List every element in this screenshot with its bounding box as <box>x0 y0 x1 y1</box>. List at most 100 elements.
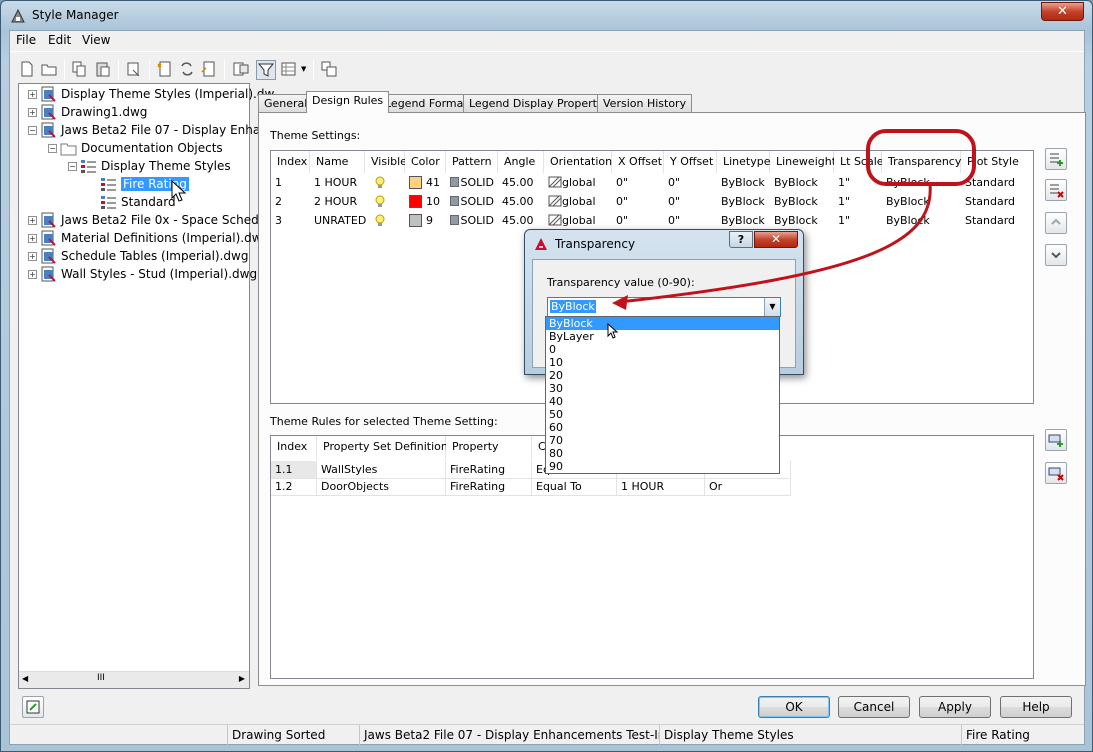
apply-button[interactable]: Apply <box>919 696 991 718</box>
visible-bulb-icon[interactable] <box>365 173 405 191</box>
cell-yoff[interactable]: 0" <box>664 211 717 229</box>
column-header[interactable]: Pattern <box>446 151 498 173</box>
dropdown-option[interactable]: 60 <box>546 421 779 434</box>
tab-design-rules[interactable]: Design Rules <box>306 91 390 113</box>
move-down-button[interactable] <box>1045 244 1067 266</box>
scroll-left-icon[interactable]: ◀ <box>22 674 28 683</box>
color-cell[interactable]: 9 <box>405 211 446 229</box>
column-header[interactable]: X Offset <box>612 151 664 173</box>
cell-xoff[interactable]: 0" <box>612 211 664 229</box>
dropdown-option[interactable]: 70 <box>546 434 779 447</box>
column-header[interactable]: Transparency <box>882 151 961 173</box>
column-header[interactable]: Index <box>271 436 317 460</box>
column-header[interactable]: Angle <box>498 151 544 173</box>
column-header[interactable]: Name <box>310 151 365 173</box>
cell-xoff[interactable]: 0" <box>612 173 664 191</box>
toggle-view-icon[interactable] <box>320 60 340 80</box>
visible-bulb-icon[interactable] <box>365 211 405 229</box>
dropdown-option[interactable]: ByBlock <box>546 317 779 330</box>
cell-transparency[interactable]: ByBlock <box>882 192 961 210</box>
dropdown-option[interactable]: 40 <box>546 395 779 408</box>
tab-legend-display-properties[interactable]: Legend Display Properties <box>463 94 619 113</box>
cell-name[interactable]: UNRATED <box>310 211 366 229</box>
expand-icon[interactable]: + <box>28 251 37 261</box>
column-header[interactable]: Index <box>271 151 310 173</box>
dropdown-option[interactable]: 50 <box>546 408 779 421</box>
cell-yoff[interactable]: 0" <box>664 192 717 210</box>
cell-xoff[interactable]: 0" <box>612 192 664 210</box>
column-header[interactable]: Visible <box>365 151 407 173</box>
color-cell[interactable]: 10 <box>405 192 446 210</box>
window-close-button[interactable]: ✕ <box>1041 2 1084 21</box>
paste-icon[interactable] <box>94 60 114 80</box>
cancel-button[interactable]: Cancel <box>838 696 910 718</box>
pattern-cell[interactable]: SOLID <box>446 192 498 210</box>
title-bar[interactable]: Style Manager ✕ <box>1 1 1092 30</box>
dropdown-option[interactable]: 30 <box>546 382 779 395</box>
column-header[interactable]: Color <box>405 151 446 173</box>
rule-cell-psd[interactable]: DoorObjects <box>317 478 446 496</box>
dropdown-option[interactable]: 10 <box>546 356 779 369</box>
new-icon[interactable] <box>18 60 38 80</box>
move-up-button[interactable] <box>1045 212 1067 234</box>
expand-icon[interactable]: + <box>28 107 37 117</box>
dropdown-option[interactable]: 80 <box>546 447 779 460</box>
add-theme-rule-button[interactable] <box>1045 429 1067 451</box>
cell-lineweight[interactable]: ByBlock <box>770 192 834 210</box>
column-header[interactable]: Plot Style <box>961 151 1033 173</box>
remove-theme-setting-button[interactable] <box>1045 179 1067 201</box>
cell-name[interactable]: 1 HOUR <box>310 173 365 191</box>
rule-cell-psd[interactable]: WallStyles <box>317 461 446 479</box>
cell-angle[interactable]: 45.00 <box>498 211 544 229</box>
transparency-combo[interactable]: ByBlock ▼ <box>547 297 781 317</box>
tree-item[interactable]: Fire Rating <box>88 175 189 193</box>
color-cell[interactable]: 41 <box>405 173 446 191</box>
cell-lineweight[interactable]: ByBlock <box>770 173 834 191</box>
orientation-cell[interactable]: global <box>544 211 612 229</box>
column-header[interactable]: Property <box>446 436 532 460</box>
scroll-right-icon[interactable]: ▶ <box>239 674 245 683</box>
cell-ltscale[interactable]: 1" <box>834 173 882 191</box>
tree-item[interactable]: Standard <box>88 193 176 211</box>
add-theme-setting-button[interactable] <box>1045 148 1067 170</box>
remove-theme-rule-button[interactable] <box>1045 462 1067 484</box>
cell-plotstyle[interactable]: Standard <box>961 211 1033 229</box>
rule-cell-op[interactable]: Or <box>705 478 791 496</box>
cell-angle[interactable]: 45.00 <box>498 192 544 210</box>
combo-dropdown-icon[interactable]: ▼ <box>764 298 780 316</box>
cell-linetype[interactable]: ByBlock <box>717 192 770 210</box>
help-button[interactable]: Help <box>1000 696 1072 718</box>
pattern-cell[interactable]: SOLID <box>446 211 498 229</box>
column-header[interactable]: Linetype <box>717 151 771 173</box>
tab-version-history[interactable]: Version History <box>597 94 693 113</box>
cell-plotstyle[interactable]: Standard <box>961 192 1033 210</box>
cell-index[interactable]: 3 <box>271 211 310 229</box>
edit-style-icon[interactable] <box>232 60 252 80</box>
copy-icon[interactable] <box>70 60 90 80</box>
view-mode-dropdown-icon[interactable]: ▼ <box>301 65 306 73</box>
style-tree[interactable]: + Display Theme Styles (Imperial).dw + Draw… <box>18 83 277 689</box>
ok-button[interactable]: OK <box>758 696 830 718</box>
dropdown-option[interactable]: 0 <box>546 343 779 356</box>
view-mode-icon[interactable] <box>280 60 300 80</box>
column-header[interactable]: Lineweight <box>770 151 836 173</box>
rule-cell-index[interactable]: 1.1 <box>271 461 317 479</box>
cell-linetype[interactable]: ByBlock <box>717 211 770 229</box>
visible-bulb-icon[interactable] <box>365 192 405 210</box>
rule-cell-value[interactable]: 1 HOUR <box>617 478 705 496</box>
scroll-thumb[interactable]: III <box>97 673 105 683</box>
dropdown-option[interactable]: 20 <box>546 369 779 382</box>
column-header[interactable]: Lt Scale <box>834 151 884 173</box>
menu-edit[interactable]: Edit <box>48 33 71 47</box>
rule-cell-index[interactable]: 1.2 <box>271 478 317 496</box>
tree-item[interactable]: + Jaws Beta2 File 0x - Space Schedule <box>28 211 277 229</box>
tree-item[interactable]: + Schedule Tables (Imperial).dwg <box>28 247 248 265</box>
cell-yoff[interactable]: 0" <box>664 173 717 191</box>
cell-transparency[interactable]: ByBlock <box>882 211 961 229</box>
cell-linetype[interactable]: ByBlock <box>717 173 770 191</box>
tree-horizontal-scrollbar[interactable]: ◀ III ▶ <box>19 671 249 688</box>
dropdown-option[interactable]: ByLayer <box>546 330 779 343</box>
cell-index[interactable]: 1 <box>271 173 310 191</box>
cell-ltscale[interactable]: 1" <box>834 192 882 210</box>
cell-ltscale[interactable]: 1" <box>834 211 882 229</box>
